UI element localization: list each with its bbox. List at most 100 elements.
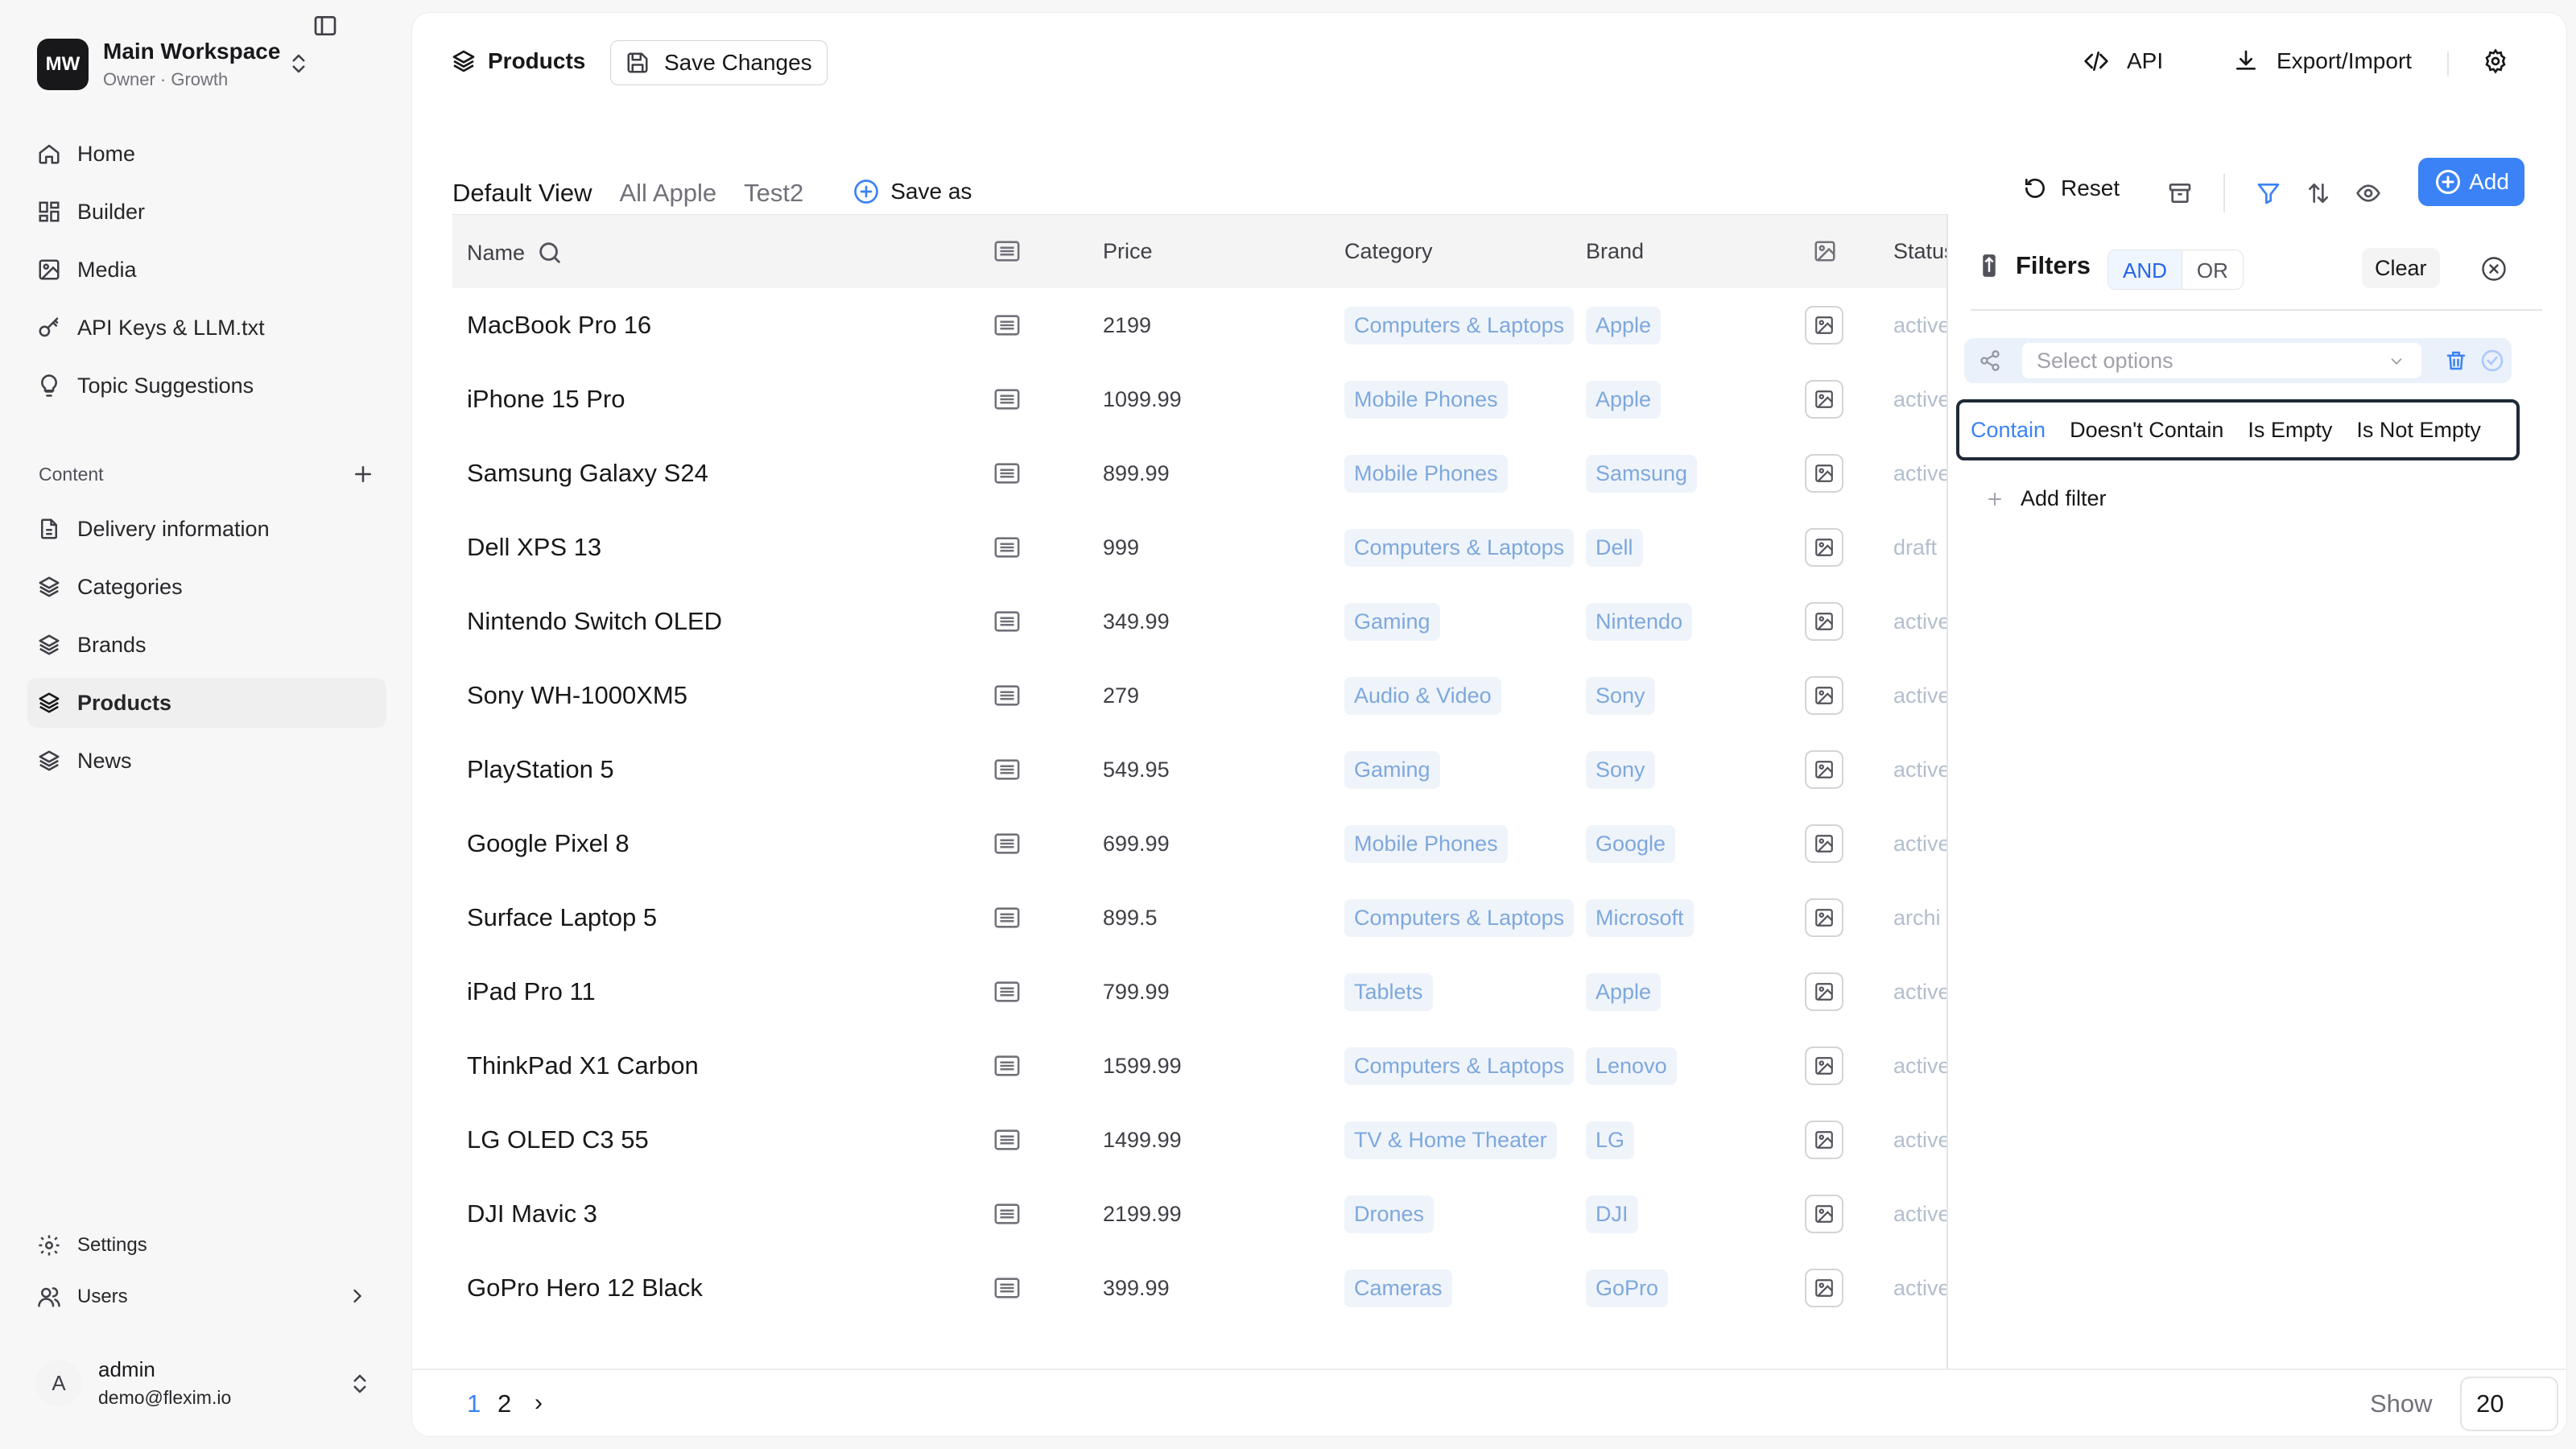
filter-icon[interactable] <box>2256 180 2281 206</box>
status-badge: draft <box>1893 535 1938 559</box>
brand-tag: Google <box>1586 824 1676 863</box>
category-tag: Gaming <box>1344 750 1440 789</box>
clear-button[interactable]: Clear <box>2362 248 2440 288</box>
and-toggle[interactable]: AND <box>2108 250 2182 289</box>
filter-field-select[interactable]: Select options <box>2022 343 2421 378</box>
sidebar-toggle-icon[interactable] <box>312 13 338 39</box>
sidebar-item-home[interactable]: Home <box>27 129 386 179</box>
product-price: 2199.99 <box>1103 1201 1182 1226</box>
table-row[interactable]: MacBook Pro 16 2199 Computers & Laptops App… <box>452 288 1946 362</box>
sort-icon[interactable] <box>2306 180 2331 206</box>
image-cell[interactable] <box>1805 436 1843 510</box>
table-row[interactable]: Samsung Galaxy S24 899.99 Mobile Phones Sam… <box>452 436 1946 510</box>
operator-is-empty[interactable]: Is Empty <box>2248 418 2332 443</box>
status-badge: active <box>1893 683 1946 708</box>
table-row[interactable]: iPad Pro 11 799.99 Tablets Apple active <box>452 955 1946 1029</box>
operator-is-not-empty[interactable]: Is Not Empty <box>2356 418 2481 443</box>
sidebar-item-delivery-information[interactable]: Delivery information <box>27 504 386 554</box>
table-row[interactable]: GoPro Hero 12 Black 399.99 Cameras GoPro act… <box>452 1251 1946 1325</box>
page-size-input[interactable]: 20 <box>2460 1377 2558 1431</box>
image-cell[interactable] <box>1805 733 1843 807</box>
add-filter-button[interactable]: Add filter <box>1985 486 2107 511</box>
operator-contain[interactable]: Contain <box>1971 418 2046 443</box>
image-column-icon <box>1813 239 1837 263</box>
save-as-button[interactable]: Save as <box>852 163 972 206</box>
workspace-role: Owner · Growth <box>103 69 229 89</box>
api-button[interactable]: API <box>2083 48 2163 74</box>
image-cell[interactable] <box>1805 1029 1843 1103</box>
table-row[interactable]: Google Pixel 8 699.99 Mobile Phones Google a… <box>452 807 1946 881</box>
table-row[interactable]: iPhone 15 Pro 1099.99 Mobile Phones Apple ac… <box>452 362 1946 436</box>
image-cell[interactable] <box>1805 1103 1843 1177</box>
operator-doesnt-contain[interactable]: Doesn't Contain <box>2070 418 2223 443</box>
chevron-up-down-icon[interactable] <box>287 50 311 77</box>
page-1[interactable]: 1 <box>467 1389 481 1418</box>
share-icon <box>1979 349 2001 372</box>
user-menu[interactable]: A admin demo@flexim.io <box>27 1336 386 1430</box>
add-button[interactable]: Add <box>2418 158 2524 206</box>
table-row[interactable]: LG OLED C3 55 1499.99 TV & Home Theater LG a… <box>452 1103 1946 1177</box>
column-header-name[interactable]: Name <box>467 239 564 266</box>
sidebar-item-api-keys[interactable]: API Keys & LLM.txt <box>27 303 386 353</box>
table-row[interactable]: Nintendo Switch OLED 349.99 Gaming Nintendo… <box>452 584 1946 658</box>
image-cell[interactable] <box>1805 1177 1843 1251</box>
chevron-down-icon <box>2391 358 2402 365</box>
column-header-price[interactable]: Price <box>1103 239 1153 264</box>
sidebar-item-brands[interactable]: Brands <box>27 620 386 670</box>
column-header-status[interactable]: Status <box>1893 239 1946 264</box>
description-icon <box>993 807 1021 881</box>
image-cell[interactable] <box>1805 362 1843 436</box>
image-cell[interactable] <box>1805 510 1843 584</box>
table-row[interactable]: Dell XPS 13 999 Computers & Laptops Dell dra… <box>452 510 1946 584</box>
status-badge: active <box>1893 386 1946 411</box>
filter-row: Select options <box>1964 338 2512 383</box>
image-cell[interactable] <box>1805 881 1843 955</box>
image-cell[interactable] <box>1805 1251 1843 1325</box>
add-filter-label: Add filter <box>2021 486 2107 510</box>
image-icon <box>1805 1121 1843 1159</box>
table-row[interactable]: Sony WH-1000XM5 279 Audio & Video Sony activ… <box>452 658 1946 733</box>
sidebar-item-builder[interactable]: Builder <box>27 187 386 237</box>
column-header-brand[interactable]: Brand <box>1586 239 1644 264</box>
sidebar-item-news[interactable]: News <box>27 736 386 786</box>
brand-tag: Samsung <box>1586 454 1698 493</box>
next-page-button[interactable]: › <box>535 1389 543 1417</box>
brand-tag: Sony <box>1586 750 1655 789</box>
eye-icon[interactable] <box>2355 180 2381 206</box>
sidebar-item-users[interactable]: Users <box>27 1272 386 1322</box>
column-header-category[interactable]: Category <box>1344 239 1433 264</box>
sidebar-item-media[interactable]: Media <box>27 245 386 295</box>
code-icon <box>2084 51 2108 71</box>
sidebar-item-settings[interactable]: Settings <box>27 1220 386 1270</box>
sidebar-item-label: Brands <box>77 632 147 657</box>
table-row[interactable]: PlayStation 5 549.95 Gaming Sony active <box>452 733 1946 807</box>
image-cell[interactable] <box>1805 584 1843 658</box>
search-icon[interactable] <box>536 239 564 266</box>
or-toggle[interactable]: OR <box>2181 250 2243 289</box>
plus-icon[interactable] <box>351 462 375 486</box>
archive-icon[interactable] <box>2167 180 2193 206</box>
reset-button[interactable]: Reset <box>2022 175 2120 201</box>
category-tag: Computers & Laptops <box>1344 528 1575 567</box>
workspace-switcher[interactable]: MW Main Workspace Owner · Growth <box>37 37 391 92</box>
image-cell[interactable] <box>1805 288 1843 362</box>
image-cell[interactable] <box>1805 955 1843 1029</box>
trash-icon[interactable] <box>2444 348 2468 374</box>
page-2[interactable]: 2 <box>497 1389 511 1418</box>
sidebar-item-products[interactable]: Products <box>27 678 386 728</box>
brand-tag: Apple <box>1586 380 1662 419</box>
sidebar-item-categories[interactable]: Categories <box>27 562 386 612</box>
close-icon[interactable] <box>2479 254 2508 283</box>
check-circle-icon[interactable] <box>2479 348 2505 374</box>
gear-icon[interactable] <box>2483 48 2526 74</box>
table-row[interactable]: ThinkPad X1 Carbon 1599.99 Computers & Lap… <box>452 1029 1946 1103</box>
brand-tag: Sony <box>1586 676 1655 715</box>
table-row[interactable]: Surface Laptop 5 899.5 Computers & Laptops… <box>452 881 1946 955</box>
save-changes-button[interactable]: Save Changes <box>610 40 828 85</box>
image-cell[interactable] <box>1805 807 1843 881</box>
product-name: Samsung Galaxy S24 <box>467 459 708 487</box>
sidebar-item-topic-suggestions[interactable]: Topic Suggestions <box>27 361 386 411</box>
export-import-button[interactable]: Export/Import <box>2233 48 2412 74</box>
table-row[interactable]: DJI Mavic 3 2199.99 Drones DJI active <box>452 1177 1946 1251</box>
image-cell[interactable] <box>1805 658 1843 733</box>
